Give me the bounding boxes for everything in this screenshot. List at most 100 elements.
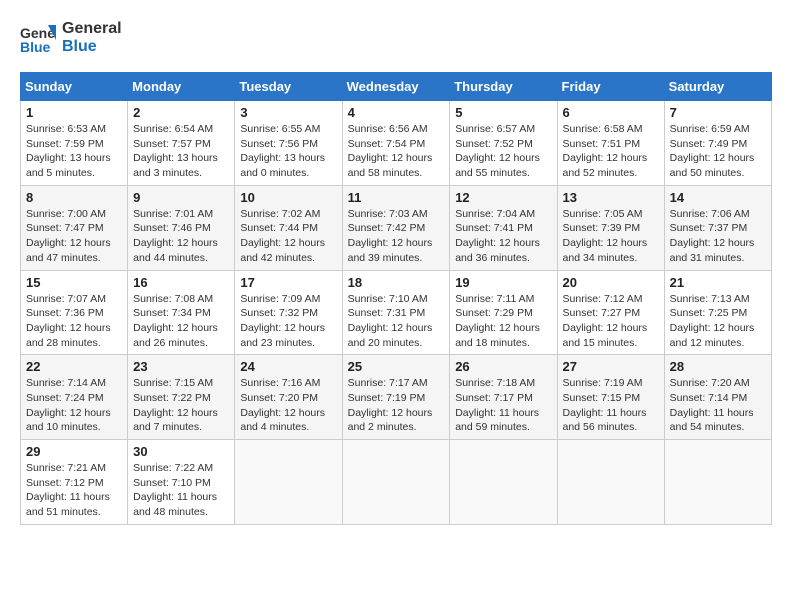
day-info: Sunrise: 7:03 AMSunset: 7:42 PMDaylight:… — [348, 207, 445, 266]
day-info: Sunrise: 6:58 AMSunset: 7:51 PMDaylight:… — [563, 122, 659, 181]
calendar-week-4: 22 Sunrise: 7:14 AMSunset: 7:24 PMDayligh… — [21, 355, 772, 440]
calendar-cell: 2Sunrise: 6:54 AMSunset: 7:57 PMDaylight… — [128, 101, 235, 186]
calendar-cell: 3 Sunrise: 6:55 AMSunset: 7:56 PMDaylight… — [235, 101, 342, 186]
day-info: Sunrise: 7:21 AMSunset: 7:12 PMDaylight:… — [26, 461, 122, 520]
calendar-cell: 25Sunrise: 7:17 AMSunset: 7:19 PMDayligh… — [342, 355, 450, 440]
calendar-cell: 16 Sunrise: 7:08 AMSunset: 7:34 PMDayligh… — [128, 270, 235, 355]
calendar-cell: 18 Sunrise: 7:10 AMSunset: 7:31 PMDayligh… — [342, 270, 450, 355]
day-number: 26 — [455, 359, 551, 374]
col-header-thursday: Thursday — [450, 73, 557, 101]
calendar-cell: 28 Sunrise: 7:20 AMSunset: 7:14 PMDayligh… — [664, 355, 771, 440]
day-info: Sunrise: 7:14 AMSunset: 7:24 PMDaylight:… — [26, 376, 122, 435]
calendar-cell: 9 Sunrise: 7:01 AMSunset: 7:46 PMDaylight… — [128, 185, 235, 270]
calendar-cell: 27 Sunrise: 7:19 AMSunset: 7:15 PMDayligh… — [557, 355, 664, 440]
day-info: Sunrise: 6:56 AMSunset: 7:54 PMDaylight:… — [348, 122, 445, 181]
calendar-cell: 4 Sunrise: 6:56 AMSunset: 7:54 PMDaylight… — [342, 101, 450, 186]
day-info: Sunrise: 7:18 AMSunset: 7:17 PMDaylight:… — [455, 376, 551, 435]
day-number: 29 — [26, 444, 122, 459]
day-number: 30 — [133, 444, 229, 459]
day-number: 3 — [240, 105, 336, 120]
day-info: Sunrise: 7:10 AMSunset: 7:31 PMDaylight:… — [348, 292, 445, 351]
day-number: 2 — [133, 105, 229, 120]
calendar-cell: 23Sunrise: 7:15 AMSunset: 7:22 PMDayligh… — [128, 355, 235, 440]
day-info: Sunrise: 7:12 AMSunset: 7:27 PMDaylight:… — [563, 292, 659, 351]
day-number: 24 — [240, 359, 336, 374]
day-number: 22 — [26, 359, 122, 374]
col-header-tuesday: Tuesday — [235, 73, 342, 101]
svg-text:Blue: Blue — [20, 39, 51, 55]
day-number: 17 — [240, 275, 336, 290]
calendar-week-1: 1 Sunrise: 6:53 AMSunset: 7:59 PMDaylight… — [21, 101, 772, 186]
day-info: Sunrise: 7:07 AMSunset: 7:36 PMDaylight:… — [26, 292, 122, 351]
day-info: Sunrise: 7:00 AMSunset: 7:47 PMDaylight:… — [26, 207, 122, 266]
day-number: 13 — [563, 190, 659, 205]
day-info: Sunrise: 7:09 AMSunset: 7:32 PMDaylight:… — [240, 292, 336, 351]
day-number: 11 — [348, 190, 445, 205]
calendar-cell: 8 Sunrise: 7:00 AMSunset: 7:47 PMDaylight… — [21, 185, 128, 270]
calendar-cell: 11 Sunrise: 7:03 AMSunset: 7:42 PMDayligh… — [342, 185, 450, 270]
calendar-cell — [235, 440, 342, 525]
calendar-cell — [342, 440, 450, 525]
day-info: Sunrise: 7:19 AMSunset: 7:15 PMDaylight:… — [563, 376, 659, 435]
day-number: 16 — [133, 275, 229, 290]
day-info: Sunrise: 7:08 AMSunset: 7:34 PMDaylight:… — [133, 292, 229, 351]
calendar-week-5: 29 Sunrise: 7:21 AMSunset: 7:12 PMDayligh… — [21, 440, 772, 525]
calendar-cell: 21 Sunrise: 7:13 AMSunset: 7:25 PMDayligh… — [664, 270, 771, 355]
calendar-header-row: SundayMondayTuesdayWednesdayThursdayFrid… — [21, 73, 772, 101]
calendar-cell: 1 Sunrise: 6:53 AMSunset: 7:59 PMDaylight… — [21, 101, 128, 186]
day-info: Sunrise: 7:22 AMSunset: 7:10 PMDaylight:… — [133, 461, 229, 520]
calendar-week-3: 15 Sunrise: 7:07 AMSunset: 7:36 PMDayligh… — [21, 270, 772, 355]
day-info: Sunrise: 7:20 AMSunset: 7:14 PMDaylight:… — [670, 376, 766, 435]
day-info: Sunrise: 7:13 AMSunset: 7:25 PMDaylight:… — [670, 292, 766, 351]
calendar-cell: 10Sunrise: 7:02 AMSunset: 7:44 PMDayligh… — [235, 185, 342, 270]
calendar-table: SundayMondayTuesdayWednesdayThursdayFrid… — [20, 72, 772, 525]
logo-general: General — [62, 20, 122, 38]
calendar-cell: 22 Sunrise: 7:14 AMSunset: 7:24 PMDayligh… — [21, 355, 128, 440]
logo-icon: General Blue — [20, 20, 56, 56]
day-number: 9 — [133, 190, 229, 205]
calendar-cell: 14 Sunrise: 7:06 AMSunset: 7:37 PMDayligh… — [664, 185, 771, 270]
day-number: 18 — [348, 275, 445, 290]
calendar-cell — [557, 440, 664, 525]
calendar-cell — [664, 440, 771, 525]
col-header-sunday: Sunday — [21, 73, 128, 101]
day-info: Sunrise: 7:04 AMSunset: 7:41 PMDaylight:… — [455, 207, 551, 266]
day-number: 19 — [455, 275, 551, 290]
col-header-friday: Friday — [557, 73, 664, 101]
day-info: Sunrise: 6:53 AMSunset: 7:59 PMDaylight:… — [26, 122, 122, 181]
day-number: 21 — [670, 275, 766, 290]
day-number: 1 — [26, 105, 122, 120]
calendar-cell: 15 Sunrise: 7:07 AMSunset: 7:36 PMDayligh… — [21, 270, 128, 355]
day-number: 8 — [26, 190, 122, 205]
day-info: Sunrise: 6:57 AMSunset: 7:52 PMDaylight:… — [455, 122, 551, 181]
day-info: Sunrise: 7:01 AMSunset: 7:46 PMDaylight:… — [133, 207, 229, 266]
day-info: Sunrise: 7:17 AMSunset: 7:19 PMDaylight:… — [348, 376, 445, 435]
day-number: 4 — [348, 105, 445, 120]
page-header: General Blue General Blue — [20, 20, 772, 56]
calendar-cell: 26 Sunrise: 7:18 AMSunset: 7:17 PMDayligh… — [450, 355, 557, 440]
day-number: 28 — [670, 359, 766, 374]
col-header-wednesday: Wednesday — [342, 73, 450, 101]
day-number: 23 — [133, 359, 229, 374]
calendar-cell: 17 Sunrise: 7:09 AMSunset: 7:32 PMDayligh… — [235, 270, 342, 355]
day-info: Sunrise: 7:11 AMSunset: 7:29 PMDaylight:… — [455, 292, 551, 351]
day-info: Sunrise: 7:05 AMSunset: 7:39 PMDaylight:… — [563, 207, 659, 266]
day-info: Sunrise: 6:59 AMSunset: 7:49 PMDaylight:… — [670, 122, 766, 181]
calendar-cell: 29 Sunrise: 7:21 AMSunset: 7:12 PMDayligh… — [21, 440, 128, 525]
day-number: 10 — [240, 190, 336, 205]
day-info: Sunrise: 7:06 AMSunset: 7:37 PMDaylight:… — [670, 207, 766, 266]
calendar-cell: 30 Sunrise: 7:22 AMSunset: 7:10 PMDayligh… — [128, 440, 235, 525]
day-number: 27 — [563, 359, 659, 374]
calendar-week-2: 8 Sunrise: 7:00 AMSunset: 7:47 PMDaylight… — [21, 185, 772, 270]
calendar-cell: 5 Sunrise: 6:57 AMSunset: 7:52 PMDaylight… — [450, 101, 557, 186]
calendar-cell: 20Sunrise: 7:12 AMSunset: 7:27 PMDayligh… — [557, 270, 664, 355]
calendar-cell: 24 Sunrise: 7:16 AMSunset: 7:20 PMDayligh… — [235, 355, 342, 440]
day-number: 5 — [455, 105, 551, 120]
calendar-cell: 19 Sunrise: 7:11 AMSunset: 7:29 PMDayligh… — [450, 270, 557, 355]
day-info: Sunrise: 6:55 AMSunset: 7:56 PMDaylight:… — [240, 122, 336, 181]
day-number: 15 — [26, 275, 122, 290]
col-header-saturday: Saturday — [664, 73, 771, 101]
day-number: 14 — [670, 190, 766, 205]
logo: General Blue General Blue — [20, 20, 122, 56]
day-info: Sunrise: 7:16 AMSunset: 7:20 PMDaylight:… — [240, 376, 336, 435]
